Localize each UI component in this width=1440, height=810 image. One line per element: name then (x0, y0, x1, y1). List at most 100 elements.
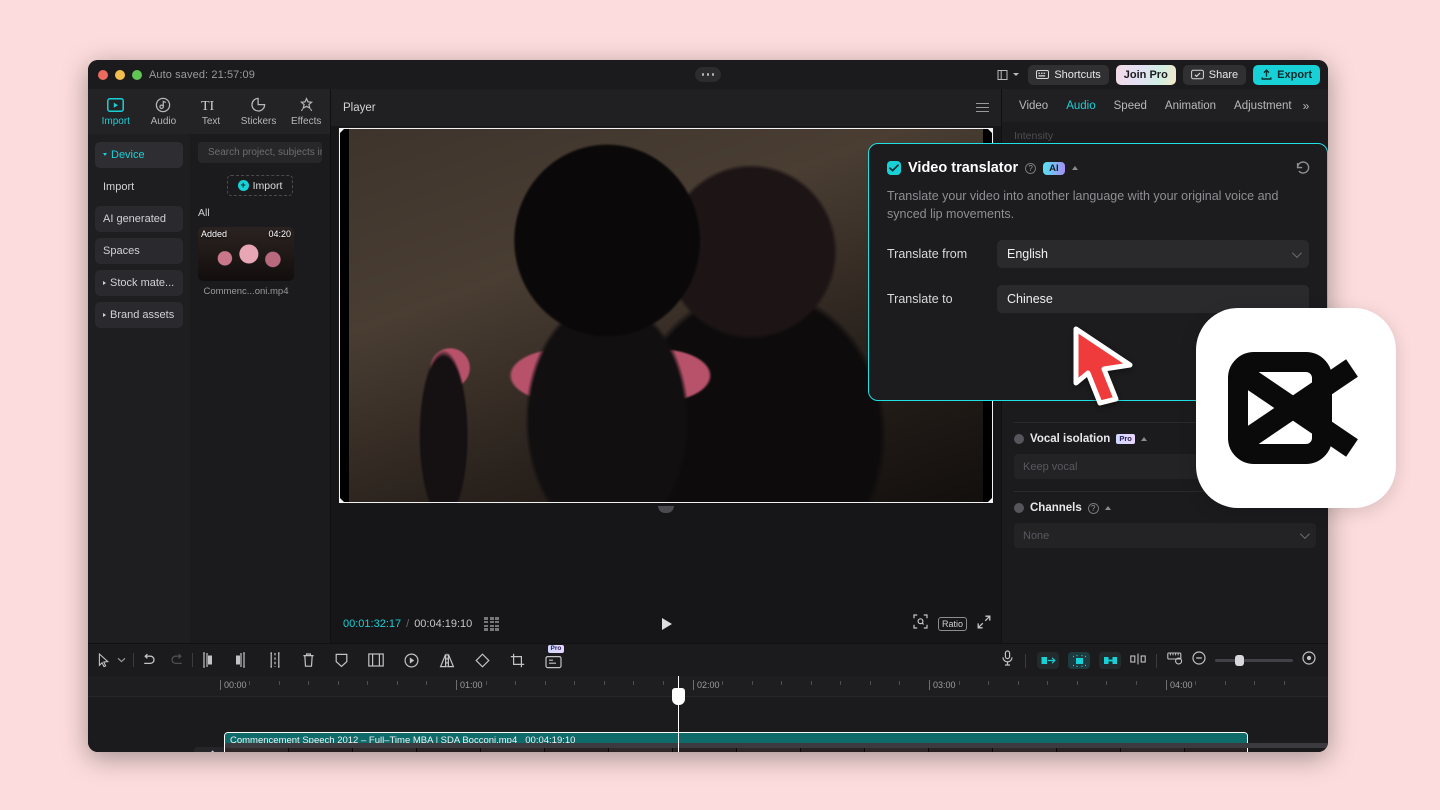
keyframe-in-icon[interactable] (1037, 652, 1059, 669)
play-triangle-icon[interactable] (662, 618, 672, 630)
video-translator-checkbox[interactable] (887, 161, 901, 175)
stage-resize-grip[interactable] (658, 506, 674, 513)
tab-import[interactable]: Import (92, 89, 140, 134)
vocal-isolation-toggle[interactable] (1014, 434, 1024, 444)
timeline-ruler[interactable]: 00:00 01:00 02:00 03:00 04:00 (88, 676, 1328, 697)
tab-speed[interactable]: Speed (1105, 100, 1156, 112)
undo-icon[interactable] (141, 653, 156, 667)
library-item[interactable]: Added 04:20 Commenc...oni.mp4 (198, 227, 294, 297)
close-window-button[interactable] (98, 70, 108, 80)
tab-effects[interactable]: Effects (282, 89, 330, 134)
microphone-record-icon[interactable] (1001, 650, 1014, 671)
translate-to-label: Translate to (887, 292, 997, 306)
sidebar-item-device[interactable]: Device (95, 142, 183, 168)
letterbox-left (339, 128, 349, 503)
layout-panels-button[interactable] (995, 69, 1021, 81)
maximize-window-button[interactable] (132, 70, 142, 80)
join-pro-button[interactable]: Join Pro (1116, 65, 1176, 85)
sidebar-item-spaces[interactable]: Spaces (95, 238, 183, 264)
timeline-ruler-icon[interactable] (1167, 651, 1183, 670)
zoom-in-icon[interactable] (1302, 651, 1316, 670)
tab-animation[interactable]: Animation (1156, 100, 1225, 112)
crop-icon[interactable] (510, 653, 525, 668)
select-arrow-icon[interactable] (98, 653, 110, 667)
keyframe-mid-icon[interactable] (1068, 652, 1090, 669)
minimize-window-button[interactable] (115, 70, 125, 80)
playhead-handle[interactable] (672, 688, 685, 705)
caret-up-icon[interactable] (1072, 166, 1078, 170)
plus-circle-icon: + (238, 180, 249, 191)
sidebar-item-brand-assets-label: Brand assets (110, 309, 174, 321)
translate-from-select[interactable]: English (997, 240, 1309, 268)
ratio-button[interactable]: Ratio (938, 617, 967, 631)
reverse-play-icon[interactable] (404, 653, 419, 668)
filmstrip-icon[interactable] (484, 617, 499, 630)
keyboard-icon (1036, 70, 1049, 79)
more-dots-icon[interactable] (695, 67, 721, 82)
timecode-separator: / (406, 618, 409, 630)
split-right-icon[interactable] (234, 652, 248, 668)
tab-effects-label: Effects (291, 116, 321, 127)
chevron-down-icon (1300, 529, 1310, 539)
channels-title: Channels (1030, 502, 1082, 514)
ruler-label: 00:00 (220, 680, 247, 690)
timeline-zoom-slider[interactable] (1215, 659, 1293, 662)
shortcuts-button[interactable]: Shortcuts (1028, 65, 1108, 85)
mirror-flip-icon[interactable] (439, 653, 455, 668)
split-icon[interactable] (268, 652, 282, 668)
question-circle-icon[interactable]: ? (1025, 163, 1036, 174)
cover-button[interactable]: Cover (194, 747, 226, 752)
tab-video[interactable]: Video (1010, 100, 1057, 112)
split-markers-icon[interactable] (1130, 652, 1146, 670)
shield-mask-icon[interactable] (335, 653, 348, 668)
channels-select[interactable]: None (1014, 523, 1316, 548)
expand-fullscreen-icon[interactable] (977, 615, 991, 634)
sidebar-item-brand-assets[interactable]: Brand assets (95, 302, 183, 328)
import-media-button[interactable]: + Import (227, 175, 293, 196)
tab-audio[interactable]: Audio (140, 89, 188, 134)
video-translator-description: Translate your video into another langua… (887, 187, 1293, 223)
music-note-icon (155, 97, 171, 114)
screenshot-root: Auto saved: 21:57:09 (0, 0, 1440, 810)
window-traffic-lights[interactable] (98, 70, 142, 80)
tab-stickers[interactable]: Stickers (235, 89, 283, 134)
delete-trash-icon[interactable] (302, 652, 315, 668)
zoom-out-icon[interactable] (1192, 651, 1206, 670)
timeline-horizontal-scrollbar[interactable] (225, 743, 1328, 748)
tab-adjustment[interactable]: Adjustment (1225, 100, 1301, 112)
hamburger-menu-icon[interactable] (976, 103, 989, 113)
question-circle-icon[interactable]: ? (1088, 503, 1099, 514)
capcut-app-window: Auto saved: 21:57:09 (88, 60, 1328, 752)
caret-up-icon[interactable] (1105, 506, 1111, 510)
chevron-down-icon[interactable] (117, 657, 126, 663)
asset-duration: 04:20 (268, 229, 291, 239)
sidebar-item-import[interactable]: Import (95, 174, 183, 200)
keyframe-out-icon[interactable] (1099, 652, 1121, 669)
redo-icon[interactable] (170, 653, 185, 667)
zoom-slider-knob[interactable] (1235, 655, 1244, 666)
asset-thumbnail[interactable]: Added 04:20 (198, 227, 294, 281)
reset-history-icon[interactable] (1295, 160, 1311, 181)
tab-stickers-label: Stickers (241, 116, 277, 127)
sidebar-item-stock-materials-label: Stock mate... (110, 277, 174, 289)
checkmark-icon (889, 164, 899, 172)
tab-audio[interactable]: Audio (1057, 100, 1104, 112)
magnify-frame-icon[interactable] (913, 614, 928, 634)
timeline-clip[interactable]: Commencement Speech 2012 – Full–Time MBA… (224, 732, 1248, 752)
sidebar-item-stock-materials[interactable]: Stock mate... (95, 270, 183, 296)
channels-toggle[interactable] (1014, 503, 1024, 513)
split-left-icon[interactable] (200, 652, 214, 668)
sidebar-item-ai-generated[interactable]: AI generated (95, 206, 183, 232)
chevron-double-right-icon[interactable]: » (1303, 99, 1310, 113)
freeze-frame-icon[interactable] (368, 653, 384, 667)
export-button[interactable]: Export (1253, 65, 1320, 85)
search-input[interactable]: Search project, subjects in (198, 142, 322, 163)
auto-captions-pro-icon[interactable]: Pro (545, 652, 562, 669)
caret-up-icon[interactable] (1141, 437, 1147, 441)
timeline-panel: 00:00 01:00 02:00 03:00 04:00 (88, 676, 1328, 752)
timeline-ticks: 00:00 01:00 02:00 03:00 04:00 (190, 676, 1328, 697)
chevron-down-icon[interactable] (1013, 73, 1019, 76)
tab-text[interactable]: TI Text (187, 89, 235, 134)
rotate-icon[interactable] (475, 653, 490, 668)
share-button[interactable]: Share (1183, 65, 1246, 85)
